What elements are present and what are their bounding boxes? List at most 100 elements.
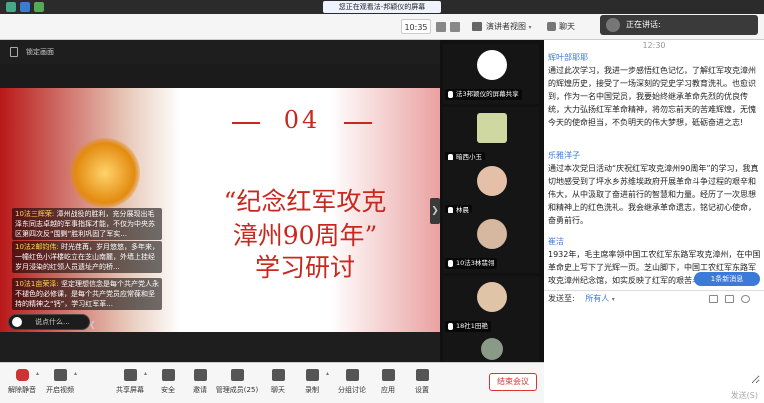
bottom-toolbar: 解除静音 ▴ 开启视频 ▴ 共享屏幕 ▴ 安全 邀请 管理成员(25) 聊天 录制 ▴ … — [0, 362, 544, 403]
info-icon[interactable] — [6, 2, 16, 12]
chat-tab-label: 聊天 — [559, 22, 575, 31]
danmaku-item: 10法2邮钧伟: 时光荏苒，岁月悠悠，多年来，一幢红色小洋楼屹立在芝山南麓，外墙… — [12, 241, 162, 273]
danmaku-name: 10法2邮钧伟: — [15, 243, 59, 251]
mic-icon — [448, 260, 453, 267]
slide-title-line2: 漳州90周年” — [232, 221, 378, 250]
new-message-badge[interactable]: 1条新消息 — [694, 272, 760, 286]
chat-tab[interactable]: 聊天 — [545, 19, 585, 34]
video-tile-label: 18社1田艳 — [445, 321, 491, 332]
apps-button[interactable]: 应用 — [370, 366, 406, 402]
speaking-indicator: 正在讲话: — [600, 15, 758, 35]
share-screen-label: 共享屏幕 — [116, 386, 144, 394]
share-screen-icon — [123, 369, 137, 381]
lock-icon — [10, 47, 18, 57]
status-bar: 您正在观看法-邦颖仪的屏幕 — [0, 0, 764, 14]
settings-label: 设置 — [415, 386, 429, 394]
fullscreen-icon[interactable] — [450, 22, 460, 32]
slide-number-line-right — [344, 122, 372, 124]
slide-number: 04 — [283, 106, 321, 134]
start-video-label: 开启视频 — [46, 386, 74, 394]
members-icon — [230, 369, 244, 381]
comment-input[interactable]: 说点什么... ❮ — [8, 314, 96, 330]
collapse-icon[interactable]: ❮ — [89, 318, 96, 332]
comment-placeholder: 说点什么... — [35, 318, 70, 326]
more-icon[interactable] — [741, 295, 750, 303]
lock-view-button[interactable]: 锁定画面 — [0, 40, 440, 64]
send-to-label: 发送至: — [548, 294, 575, 303]
gear-icon — [415, 369, 429, 381]
video-column: 法3邦颖仪的屏幕共享 暗西小玉 林晨 10法3林翡翎 18社1田艳 — [440, 40, 544, 362]
chevron-up-icon[interactable]: ▴ — [36, 370, 39, 377]
chevron-up-icon[interactable]: ▴ — [144, 370, 147, 377]
grid-icon — [472, 22, 482, 31]
chat-panel: 12:30 辉叶部耶耶 通过此次学习，我进一步感悟红色记忆，了解红军攻克漳州的辉… — [544, 40, 764, 403]
start-video-button[interactable]: 开启视频 ▴ — [42, 366, 78, 402]
shield-icon — [161, 369, 175, 381]
share-screen-button[interactable]: 共享屏幕 ▴ — [112, 366, 148, 402]
participant-avatar — [477, 282, 507, 312]
breakout-rooms-button[interactable]: 分组讨论 — [334, 366, 370, 402]
manage-members-button[interactable]: 管理成员(25) — [214, 366, 260, 402]
chevron-up-icon[interactable]: ▴ — [74, 370, 77, 377]
window-icon[interactable] — [436, 22, 446, 32]
chat-sender[interactable]: 崔洁 — [548, 236, 564, 247]
security-label: 安全 — [161, 386, 175, 394]
security-button[interactable]: 安全 — [150, 366, 186, 402]
image-icon[interactable] — [709, 295, 718, 303]
video-tile-label: 法3邦颖仪的屏幕共享 — [445, 89, 522, 100]
share-banner: 您正在观看法-邦颖仪的屏幕 — [323, 1, 441, 13]
manage-members-label: 管理成员(25) — [215, 386, 259, 394]
party-emblem-icon — [70, 138, 140, 208]
video-tile[interactable]: 10法3林翡翎 — [443, 213, 539, 273]
unmute-button[interactable]: 解除静音 ▴ — [4, 366, 40, 402]
video-tile[interactable] — [443, 336, 539, 362]
video-tile-label: 10法3林翡翎 — [445, 258, 498, 269]
lock-view-label: 锁定画面 — [26, 48, 54, 56]
mic-icon — [448, 91, 453, 98]
end-meeting-button[interactable]: 结束会议 — [489, 373, 537, 391]
breakout-icon — [345, 369, 359, 381]
layout-view-label: 演讲者视图 — [486, 22, 526, 31]
invite-button[interactable]: 邀请 — [182, 366, 218, 402]
video-tile[interactable]: 林晨 — [443, 160, 539, 220]
danmaku-item: 10法三辉荣: 漳州战役的胜利，充分展现出毛泽东同志卓越的军事指挥才能，不仅为中… — [12, 208, 162, 240]
chat-icon — [271, 369, 285, 381]
shield-icon[interactable] — [20, 2, 30, 12]
shared-slide: 04 “纪念红军攻克 漳州90周年” 学习研讨 10法三辉荣: 漳州战役的胜利，… — [0, 88, 440, 332]
participant-avatar — [477, 166, 507, 196]
invite-label: 邀请 — [193, 386, 207, 394]
chevron-up-icon[interactable]: ▴ — [326, 370, 329, 377]
apps-label: 应用 — [381, 386, 395, 394]
emoji-icon[interactable] — [12, 317, 22, 327]
participant-avatar — [477, 50, 507, 80]
signal-icon — [34, 2, 44, 12]
record-button[interactable]: 录制 ▴ — [294, 366, 330, 402]
record-label: 录制 — [305, 386, 319, 394]
chat-sender[interactable]: 辉叶部耶耶 — [548, 52, 588, 63]
chat-sender[interactable]: 乐雅洋子 — [548, 150, 580, 161]
layout-view-button[interactable]: 演讲者视图 ▾ — [468, 19, 534, 34]
invite-user-icon — [193, 369, 207, 381]
speaking-label: 正在讲话: — [626, 20, 661, 29]
chat-button[interactable]: 聊天 — [260, 366, 296, 402]
chat-message: 通过此次学习，我进一步感悟红色记忆，了解红军攻克漳州的辉煌历史，接受了一场深刻的… — [548, 66, 756, 127]
chat-input[interactable] — [548, 308, 760, 384]
video-tile[interactable]: 法3邦颖仪的屏幕共享 — [443, 44, 539, 104]
send-to-select[interactable]: 所有人 — [585, 294, 609, 303]
chat-label: 聊天 — [271, 386, 285, 394]
chat-icon — [547, 22, 556, 31]
send-button[interactable]: 发送(S) — [718, 390, 758, 402]
chevron-down-icon: ▾ — [528, 24, 532, 31]
settings-button[interactable]: 设置 — [404, 366, 440, 402]
expand-video-icon[interactable]: ❯ — [430, 198, 440, 224]
meeting-window: 您正在观看法-邦颖仪的屏幕 10:35 演讲者视图 ▾ 聊天 正在讲话: 锁定画… — [0, 0, 764, 403]
slide-title-line3: 学习研讨 — [254, 253, 355, 282]
participant-avatar — [477, 219, 507, 249]
video-tile[interactable]: 暗西小玉 — [443, 107, 539, 167]
participant-avatar — [481, 338, 503, 360]
speaker-avatar — [606, 18, 620, 32]
chevron-down-icon: ▾ — [611, 296, 615, 303]
file-icon[interactable] — [725, 295, 734, 303]
video-tile[interactable]: 18社1田艳 — [443, 276, 539, 336]
mic-muted-icon — [15, 369, 29, 381]
